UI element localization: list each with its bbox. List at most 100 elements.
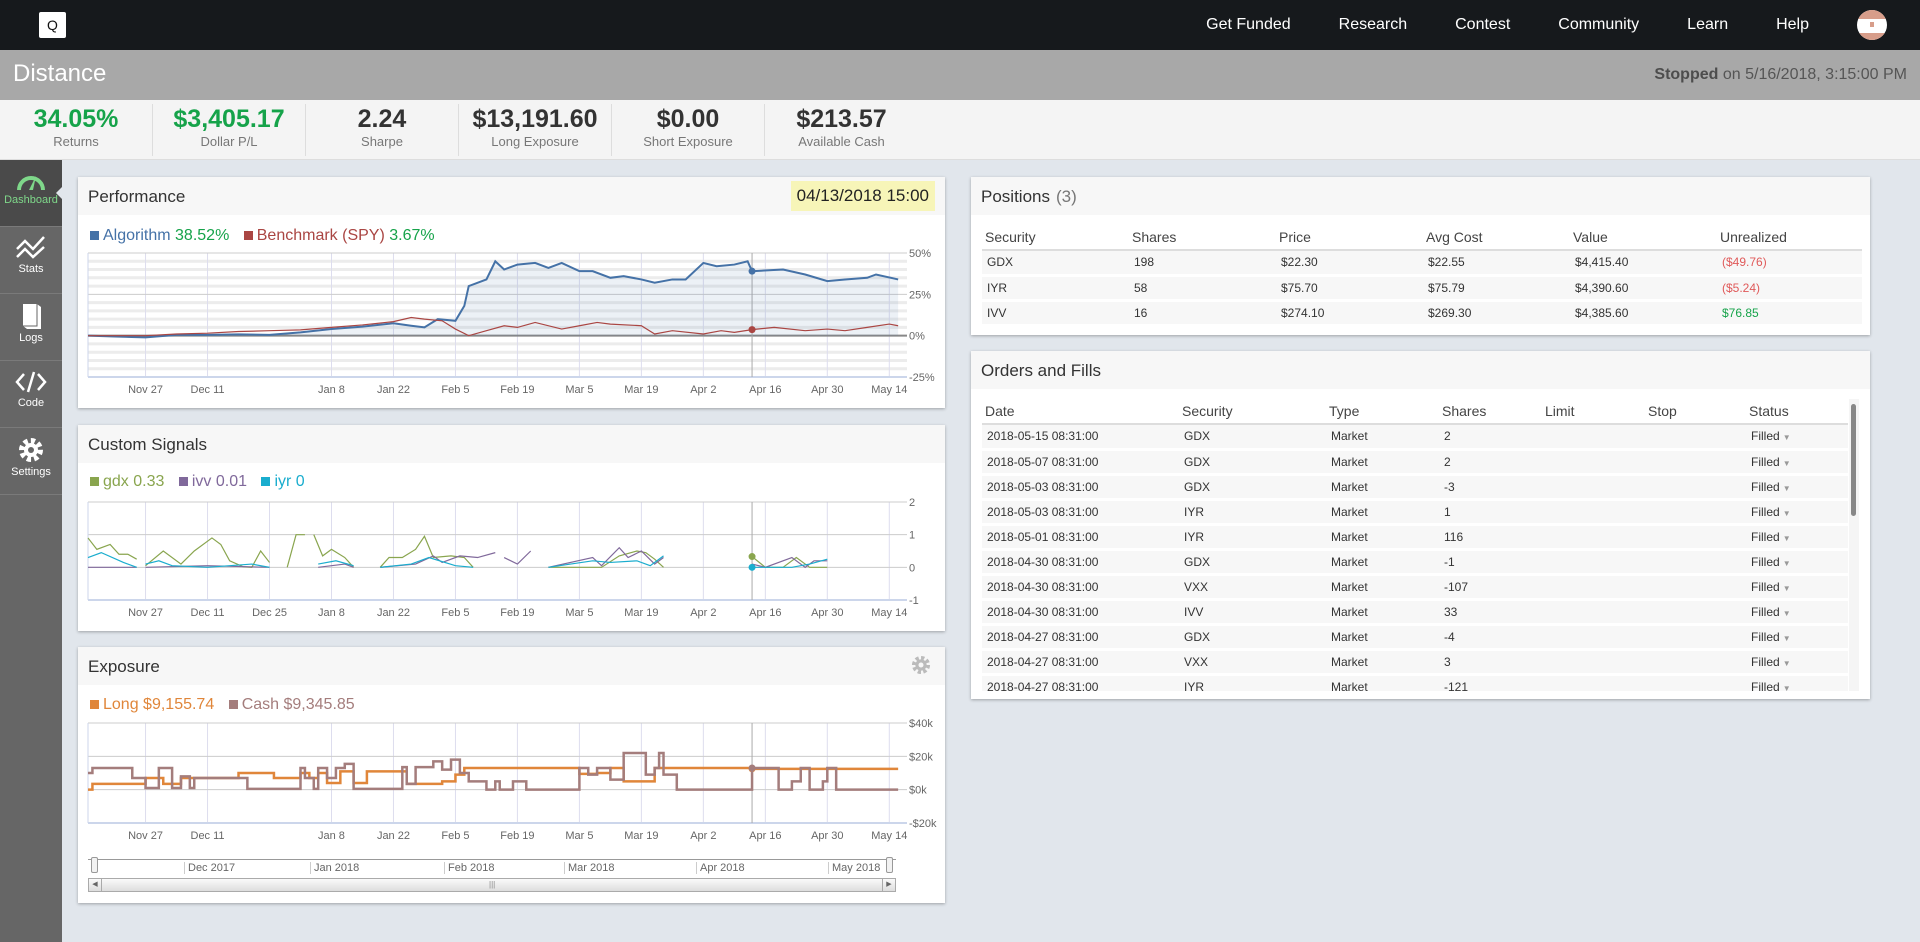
nav-community[interactable]: Community: [1558, 16, 1639, 34]
scroll-right-arrow[interactable]: ▶: [882, 879, 895, 891]
sidebar-item-label: Code: [17, 397, 45, 409]
table-cell: VXX: [1179, 649, 1326, 676]
cell-value: 2018-04-30 08:31:00: [987, 554, 1099, 569]
cell-value: $269.30: [1428, 305, 1472, 320]
table-cell: [1542, 599, 1645, 626]
sidebar-item-code[interactable]: Code: [0, 361, 62, 428]
column-header[interactable]: Security: [1179, 399, 1326, 425]
sidebar-item-settings[interactable]: Settings: [0, 428, 62, 495]
table-row[interactable]: GDX 198 $22.30 $22.55 $4,415.40 ($49.76): [982, 250, 1862, 277]
x-tick-label: Mar 19: [624, 384, 658, 396]
column-header[interactable]: Date: [982, 399, 1179, 425]
gear-icon: [19, 438, 43, 462]
cell-value: 2018-05-03 08:31:00: [987, 504, 1099, 519]
navigator-handle-left[interactable]: [91, 857, 98, 873]
cell-value: ($5.24): [1722, 280, 1761, 295]
nav-research[interactable]: Research: [1339, 16, 1407, 34]
x-tick-label: Feb 19: [500, 607, 534, 619]
table-row[interactable]: 2018-04-30 08:31:00 VXX Market -107 Filled ▼: [982, 574, 1848, 601]
status-dropdown-icon[interactable]: ▼: [1783, 609, 1791, 618]
status-dropdown-icon[interactable]: ▼: [1783, 634, 1791, 643]
status-dropdown-icon[interactable]: ▼: [1783, 459, 1791, 468]
x-tick-label: Feb 5: [441, 830, 469, 842]
status-dropdown-icon[interactable]: ▼: [1783, 659, 1791, 668]
nav-learn[interactable]: Learn: [1687, 16, 1728, 34]
column-header[interactable]: Security: [982, 225, 1129, 251]
range-navigator[interactable]: Dec 2017 Jan 2018 Feb 2018 Mar 2018 Apr …: [88, 857, 896, 877]
performance-chart[interactable]: Nov 27 Dec 11 Jan 8 Jan 22 Feb 5 Feb 19 Mar 5 M…: [78, 177, 945, 408]
avatar[interactable]: [1857, 10, 1887, 40]
column-header[interactable]: Shares: [1129, 225, 1276, 251]
cell-value: IYR: [1184, 529, 1205, 544]
x-tick-label: Apr 30: [811, 830, 843, 842]
column-header[interactable]: Stop: [1645, 399, 1746, 425]
table-cell: Market: [1326, 624, 1439, 651]
status-dropdown-icon[interactable]: ▼: [1783, 559, 1791, 568]
cell-value: Market: [1331, 529, 1368, 544]
signals-chart[interactable]: Nov 27 Dec 11 Dec 25 Jan 8 Jan 22 Feb 5 Feb 19…: [78, 425, 945, 631]
cell-value: $4,385.60: [1575, 305, 1629, 320]
table-cell: Filled ▼: [1746, 574, 1848, 601]
table-row[interactable]: 2018-04-30 08:31:00 GDX Market -1 Filled ▼: [982, 549, 1848, 576]
nav-get-funded[interactable]: Get Funded: [1206, 16, 1291, 34]
orders-scrollbar[interactable]: [1849, 399, 1859, 691]
sidebar-item-dashboard[interactable]: Dashboard: [0, 160, 63, 227]
column-header[interactable]: Avg Cost: [1423, 225, 1570, 251]
status-dropdown-icon[interactable]: ▼: [1783, 433, 1791, 442]
hover-marker: [748, 563, 756, 571]
sidebar-item-stats[interactable]: Stats: [0, 227, 62, 294]
nav-help[interactable]: Help: [1776, 16, 1809, 34]
table-row[interactable]: 2018-05-03 08:31:00 IYR Market 1 Filled ▼: [982, 499, 1848, 526]
cell-value: 2018-04-30 08:31:00: [987, 604, 1099, 619]
status-dropdown-icon[interactable]: ▼: [1783, 484, 1791, 493]
table-row[interactable]: IYR 58 $75.70 $75.79 $4,390.60 ($5.24): [982, 275, 1862, 302]
chart-line-icon: [16, 236, 45, 259]
series-line-cash: [88, 751, 899, 791]
column-header[interactable]: Unrealized: [1717, 225, 1862, 251]
scroll-left-arrow[interactable]: ◀: [89, 879, 102, 891]
table-cell: VXX: [1179, 574, 1326, 601]
column-header[interactable]: Shares: [1439, 399, 1542, 425]
table-cell: $22.55: [1423, 250, 1570, 277]
status-dropdown-icon[interactable]: ▼: [1783, 509, 1791, 518]
table-row[interactable]: 2018-04-27 08:31:00 VXX Market 3 Filled ▼: [982, 649, 1848, 676]
column-header[interactable]: Price: [1276, 225, 1423, 251]
scrollbar-grip-icon[interactable]: |||: [489, 879, 495, 891]
navigator-handle-right[interactable]: [886, 857, 893, 873]
column-header[interactable]: Status: [1746, 399, 1848, 425]
table-row[interactable]: 2018-04-30 08:31:00 IVV Market 33 Filled ▼: [982, 599, 1848, 626]
table-cell: IVV: [982, 300, 1129, 327]
status-dropdown-icon[interactable]: ▼: [1783, 584, 1791, 593]
cell-value: -4: [1444, 629, 1455, 644]
table-row[interactable]: 2018-05-15 08:31:00 GDX Market 2 Filled ▼: [982, 424, 1848, 451]
table-row[interactable]: 2018-05-01 08:31:00 IYR Market 116 Filled ▼: [982, 524, 1848, 551]
nav-contest[interactable]: Contest: [1455, 16, 1510, 34]
table-row[interactable]: IVV 16 $274.10 $269.30 $4,385.60 $76.85: [982, 300, 1862, 327]
column-header[interactable]: Value: [1570, 225, 1717, 251]
quantopian-logo[interactable]: Q: [39, 12, 66, 38]
series-line-gdx: [313, 534, 355, 568]
x-tick-label: Dec 11: [191, 384, 225, 396]
table-cell: Market: [1326, 424, 1439, 451]
column-header[interactable]: Type: [1326, 399, 1439, 425]
table-row[interactable]: 2018-04-27 08:31:00 IYR Market -121 Filled ▼: [982, 674, 1848, 691]
table-cell: IYR: [1179, 499, 1326, 526]
cell-value: IYR: [1184, 679, 1205, 692]
status-dropdown-icon[interactable]: ▼: [1783, 534, 1791, 543]
cell-value: 1: [1444, 504, 1451, 519]
status-dropdown-icon[interactable]: ▼: [1783, 684, 1791, 692]
column-header[interactable]: Limit: [1542, 399, 1645, 425]
table-cell: 16: [1129, 300, 1276, 327]
y-tick-label: -$20k: [909, 818, 937, 830]
x-tick-label: Apr 16: [749, 384, 781, 396]
navigator-scrollbar[interactable]: ◀ ||| ▶: [88, 878, 896, 892]
orders-table-scroll[interactable]: Date Security Type Shares Limit Stop Status 201…: [982, 399, 1859, 691]
navigator-label: Feb 2018: [444, 862, 494, 874]
sidebar-item-logs[interactable]: Logs: [0, 294, 62, 361]
table-row[interactable]: 2018-05-03 08:31:00 GDX Market -3 Filled ▼: [982, 474, 1848, 501]
cell-value: Filled: [1751, 479, 1780, 494]
table-row[interactable]: 2018-04-27 08:31:00 GDX Market -4 Filled ▼: [982, 624, 1848, 651]
table-cell: [1645, 474, 1746, 501]
table-cell: 1: [1439, 499, 1542, 526]
table-row[interactable]: 2018-05-07 08:31:00 GDX Market 2 Filled ▼: [982, 449, 1848, 476]
